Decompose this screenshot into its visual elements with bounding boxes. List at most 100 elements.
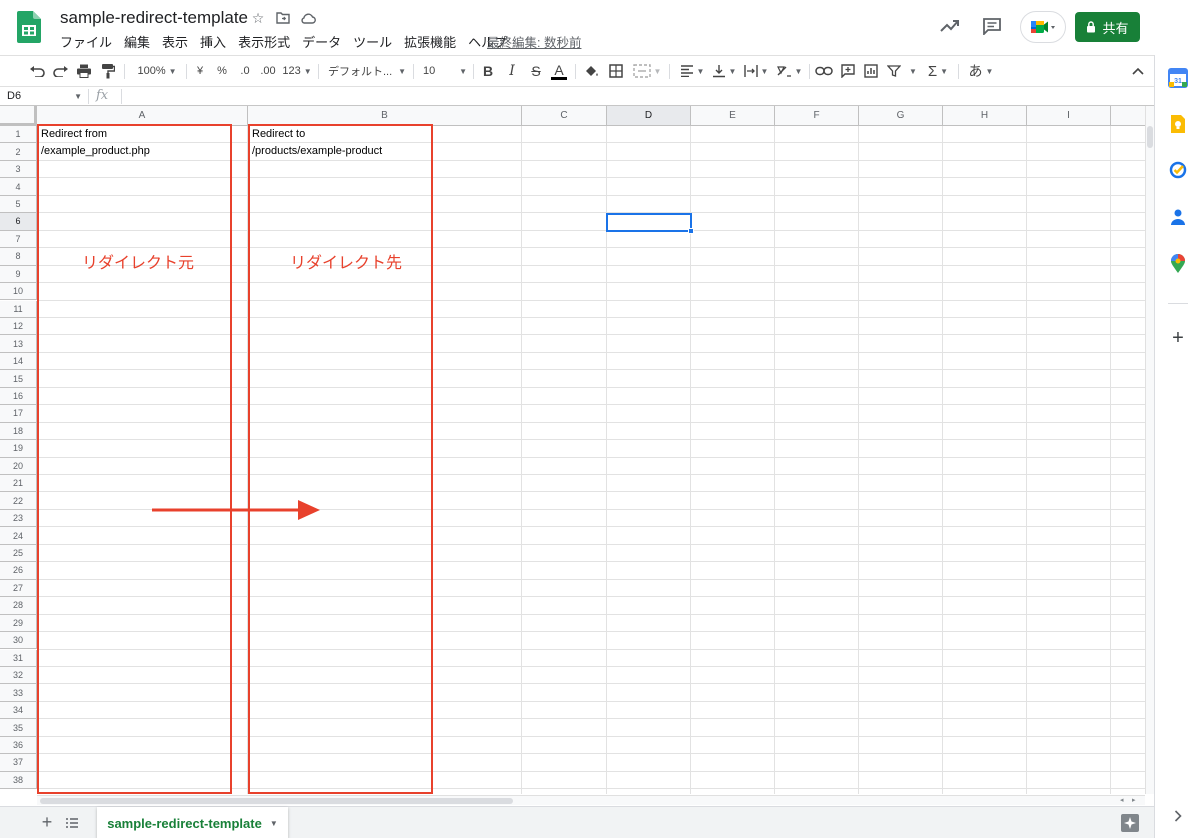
row-header-5[interactable]: 5	[0, 195, 37, 214]
scroll-right-icon[interactable]: ▸	[1132, 796, 1143, 805]
print-icon[interactable]	[75, 61, 93, 81]
row-header-17[interactable]: 17	[0, 405, 37, 423]
row-header-13[interactable]: 13	[0, 335, 37, 353]
column-header-d[interactable]: D	[607, 106, 691, 126]
fill-handle[interactable]	[688, 228, 694, 234]
menu-data[interactable]: データ	[302, 32, 341, 50]
bold-button[interactable]: B	[480, 61, 496, 81]
vertical-scrollbar[interactable]	[1145, 106, 1154, 794]
row-header-14[interactable]: 14	[0, 352, 37, 371]
star-icon[interactable]: ☆	[249, 9, 267, 27]
row-header-23[interactable]: 23	[0, 509, 37, 528]
row-header-33[interactable]: 33	[0, 684, 37, 702]
formula-input[interactable]	[128, 89, 1138, 105]
keep-icon[interactable]	[1167, 113, 1189, 135]
percent-format-button[interactable]: %	[215, 61, 229, 81]
borders-icon[interactable]	[607, 61, 625, 81]
selected-cell-d6[interactable]	[606, 213, 692, 232]
row-header-24[interactable]: 24	[0, 527, 37, 545]
column-header-g[interactable]: G	[859, 106, 943, 126]
row-header-8[interactable]: 8	[0, 248, 37, 266]
increase-decimal-button[interactable]: .00	[258, 61, 278, 81]
row-header-38[interactable]: 38	[0, 771, 37, 790]
redo-icon[interactable]	[52, 61, 70, 81]
row-header-25[interactable]: 25	[0, 544, 37, 563]
row-header-31[interactable]: 31	[0, 649, 37, 667]
vertical-scroll-thumb[interactable]	[1147, 126, 1153, 148]
menu-format[interactable]: 表示形式	[238, 32, 290, 50]
row-header-1[interactable]: 1	[0, 126, 37, 144]
horizontal-align-icon[interactable]: ▼	[678, 61, 706, 81]
last-edit-link[interactable]: 最終編集: 数秒前	[487, 32, 581, 51]
row-header-9[interactable]: 9	[0, 265, 37, 284]
collapse-toolbar-icon[interactable]	[1130, 61, 1146, 81]
text-color-button[interactable]: A	[550, 61, 568, 81]
all-sheets-icon[interactable]	[62, 813, 82, 833]
row-header-6[interactable]: 6	[0, 213, 37, 231]
row-header-2[interactable]: 2	[0, 143, 37, 161]
column-header-c[interactable]: C	[522, 106, 607, 126]
expand-panel-icon[interactable]	[1167, 805, 1189, 827]
horizontal-scrollbar[interactable]: ◂ ▸	[37, 795, 1145, 805]
row-header-3[interactable]: 3	[0, 160, 37, 179]
sheets-logo-icon[interactable]	[17, 11, 41, 43]
row-header-12[interactable]: 12	[0, 317, 37, 336]
column-header-e[interactable]: E	[691, 106, 775, 126]
move-folder-icon[interactable]	[274, 9, 292, 27]
share-button[interactable]: 共有	[1075, 12, 1140, 42]
font-size-select[interactable]: 10 ▼	[423, 61, 467, 81]
tasks-icon[interactable]	[1167, 159, 1189, 181]
zoom-select[interactable]: 100% ▼	[133, 61, 181, 81]
currency-format-button[interactable]: ¥	[193, 61, 207, 81]
column-header-partial[interactable]	[1111, 106, 1145, 126]
add-addon-icon[interactable]: +	[1167, 327, 1189, 349]
undo-icon[interactable]	[28, 61, 46, 81]
merge-cells-icon[interactable]: ▼	[631, 61, 663, 81]
menu-extensions[interactable]: 拡張機能	[404, 32, 456, 50]
row-header-11[interactable]: 11	[0, 300, 37, 318]
cloud-status-icon[interactable]	[299, 9, 317, 27]
column-header-a[interactable]: A	[37, 106, 248, 126]
text-rotation-icon[interactable]: ▼	[775, 61, 803, 81]
insert-chart-icon[interactable]	[862, 61, 880, 81]
paint-format-icon[interactable]	[99, 61, 117, 81]
horizontal-scroll-thumb[interactable]	[40, 798, 513, 804]
comments-icon[interactable]	[980, 14, 1004, 38]
row-header-35[interactable]: 35	[0, 719, 37, 737]
strikethrough-button[interactable]: S	[528, 61, 544, 81]
row-header-37[interactable]: 37	[0, 754, 37, 772]
row-header-21[interactable]: 21	[0, 475, 37, 493]
filter-icon[interactable]: ▼	[886, 61, 918, 81]
row-header-22[interactable]: 22	[0, 492, 37, 510]
chevron-down-icon[interactable]: ▼	[270, 819, 278, 828]
row-header-19[interactable]: 19	[0, 440, 37, 458]
row-header-30[interactable]: 30	[0, 632, 37, 650]
contacts-icon[interactable]	[1167, 206, 1189, 228]
calendar-icon[interactable]: 31	[1167, 67, 1189, 89]
add-sheet-icon[interactable]: +	[37, 811, 57, 833]
column-header-i[interactable]: I	[1027, 106, 1111, 126]
sheet-tab-active[interactable]: sample-redirect-template ▼	[97, 807, 288, 838]
italic-button[interactable]: I	[504, 61, 520, 81]
row-header-29[interactable]: 29	[0, 614, 37, 633]
menu-insert[interactable]: 挿入	[200, 32, 226, 50]
meet-button[interactable]	[1020, 11, 1066, 43]
row-header-10[interactable]: 10	[0, 283, 37, 301]
fill-color-icon[interactable]	[583, 61, 601, 81]
row-header-20[interactable]: 20	[0, 457, 37, 475]
spreadsheet-grid[interactable]: A B C D E F G H I 1 2 3 4 5 6 7 8 9 10 11 12 13 14 15 1…	[0, 106, 1145, 794]
row-header-18[interactable]: 18	[0, 422, 37, 441]
menu-file[interactable]: ファイル	[60, 32, 112, 50]
explore-icon[interactable]	[1121, 814, 1139, 832]
row-header-28[interactable]: 28	[0, 597, 37, 615]
column-header-f[interactable]: F	[775, 106, 859, 126]
row-header-32[interactable]: 32	[0, 666, 37, 685]
row-header-36[interactable]: 36	[0, 736, 37, 755]
maps-icon[interactable]	[1167, 253, 1189, 275]
font-family-select[interactable]: デフォルト... ▼	[328, 61, 406, 81]
input-tools-button[interactable]: あ ▼	[965, 61, 997, 81]
menu-edit[interactable]: 編集	[124, 32, 150, 50]
row-header-7[interactable]: 7	[0, 230, 37, 249]
menu-tools[interactable]: ツール	[353, 32, 392, 50]
insert-link-icon[interactable]	[815, 61, 833, 81]
